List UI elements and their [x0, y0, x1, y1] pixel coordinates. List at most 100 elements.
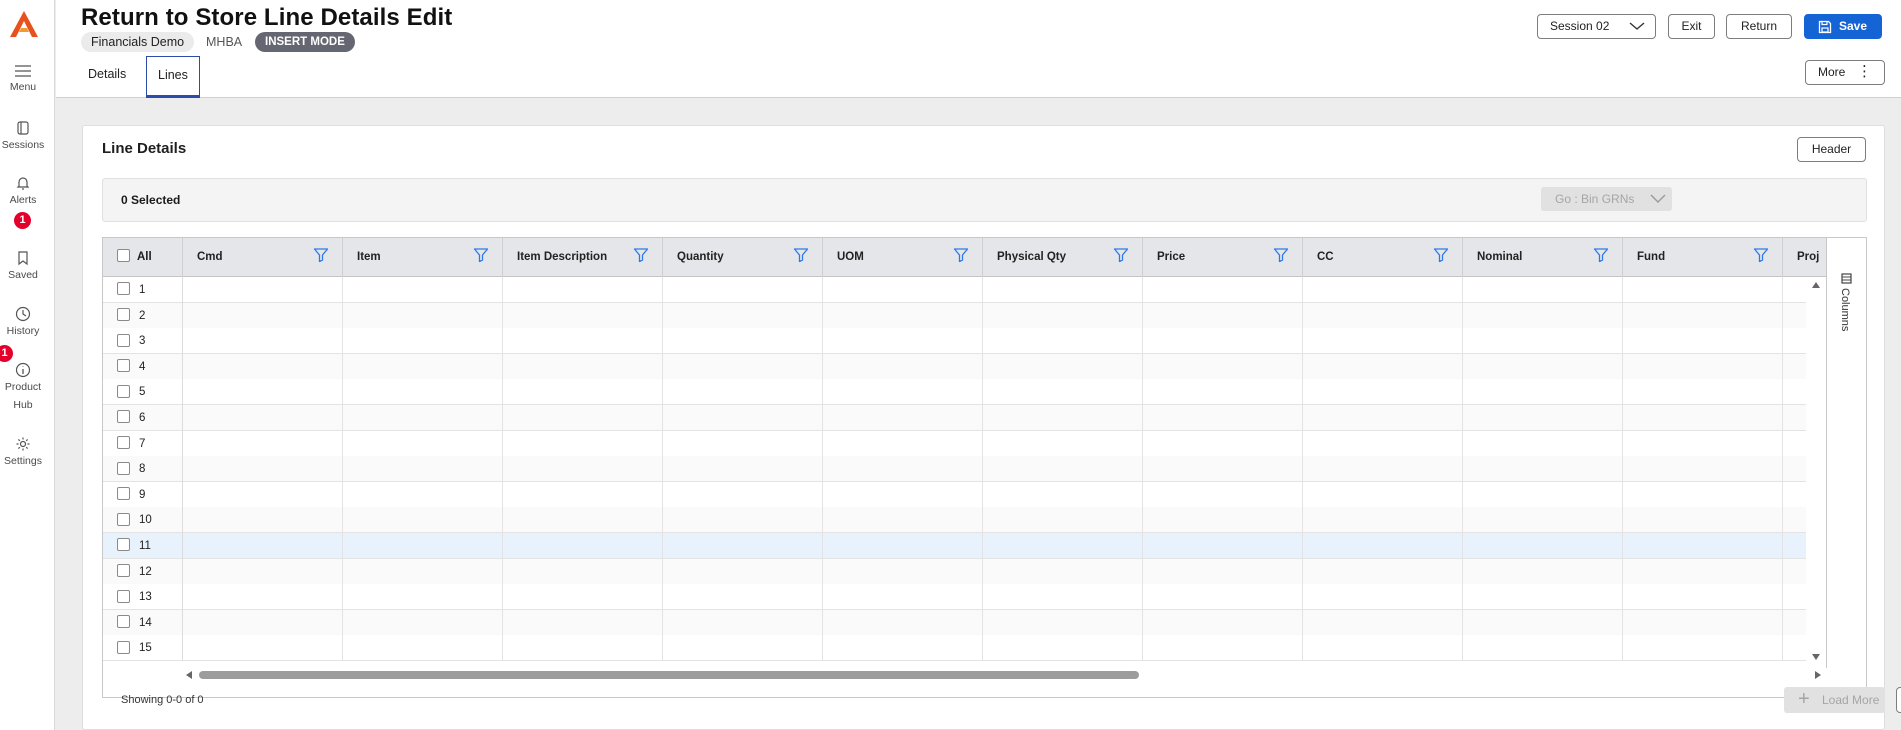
cell-divider — [1622, 353, 1623, 380]
row-checkbox[interactable] — [117, 538, 130, 552]
showing-count: Showing 0-0 of 0 — [121, 694, 204, 706]
cell-divider — [982, 635, 983, 662]
table-row[interactable]: 5 — [103, 379, 1826, 406]
column-header[interactable]: Physical Qty — [983, 238, 1143, 277]
table-row[interactable]: 14 — [103, 609, 1826, 636]
tab-lines[interactable]: Lines — [146, 56, 200, 98]
save-button[interactable]: Save — [1804, 14, 1882, 39]
row-checkbox[interactable] — [117, 640, 130, 654]
row-checkbox[interactable] — [117, 359, 130, 373]
filter-icon[interactable] — [633, 247, 649, 263]
cell-divider — [1622, 379, 1623, 406]
row-checkbox[interactable] — [117, 384, 130, 398]
scroll-right-icon[interactable] — [1814, 670, 1822, 680]
cell-divider — [1622, 609, 1623, 636]
row-number: 7 — [139, 437, 146, 450]
rail-saved[interactable]: Saved — [0, 250, 46, 282]
cell-divider — [1142, 277, 1143, 303]
session-dropdown[interactable]: Session 02 — [1537, 14, 1656, 39]
cell-divider — [1142, 481, 1143, 508]
row-checkbox[interactable] — [117, 333, 130, 347]
rail-menu[interactable]: Menu — [0, 64, 46, 94]
table-row[interactable]: 9 — [103, 481, 1826, 508]
table-row[interactable]: 13 — [103, 584, 1826, 611]
horizontal-scroll-thumb[interactable] — [199, 671, 1139, 679]
cell-divider — [1142, 456, 1143, 483]
row-checkbox[interactable] — [117, 589, 130, 603]
column-header[interactable]: Item — [343, 238, 503, 277]
table-row[interactable]: 11 — [103, 533, 1826, 559]
rail-sessions[interactable]: Sessions — [0, 120, 46, 152]
filter-icon[interactable] — [793, 247, 809, 263]
row-checkbox[interactable] — [117, 564, 130, 578]
clock-icon — [15, 306, 31, 322]
table-row[interactable]: 15 — [103, 635, 1826, 662]
column-header[interactable]: Fund — [1623, 238, 1783, 277]
select-all-checkbox[interactable] — [117, 249, 130, 263]
scroll-up-icon[interactable] — [1811, 281, 1821, 289]
exit-button[interactable]: Exit — [1668, 14, 1715, 39]
filter-icon[interactable] — [313, 247, 329, 263]
filter-icon[interactable] — [953, 247, 969, 263]
cell-divider — [822, 430, 823, 457]
column-header[interactable]: Nominal — [1463, 238, 1623, 277]
more-button[interactable]: More ⋮ — [1805, 60, 1885, 85]
return-button[interactable]: Return — [1726, 14, 1792, 39]
table-row[interactable]: 6 — [103, 405, 1826, 431]
row-checkbox[interactable] — [117, 512, 130, 526]
column-header[interactable]: Cmd — [183, 238, 343, 277]
rail-history[interactable]: History — [0, 306, 46, 338]
table-row[interactable]: 2 — [103, 302, 1826, 329]
bookmark-icon — [18, 251, 28, 266]
mode-badge: INSERT MODE — [255, 32, 355, 52]
load-more-button[interactable]: + Load More — [1784, 687, 1885, 713]
horizontal-scrollbar[interactable] — [183, 666, 1826, 682]
row-checkbox[interactable] — [117, 436, 130, 450]
rail-settings[interactable]: Settings — [0, 436, 46, 468]
column-header[interactable]: Price — [1143, 238, 1303, 277]
filter-icon[interactable] — [473, 247, 489, 263]
table-row[interactable]: 1 — [103, 277, 1826, 303]
column-header[interactable]: Quantity — [663, 238, 823, 277]
gear-icon — [16, 437, 30, 451]
table-row[interactable]: 7 — [103, 430, 1826, 457]
column-header[interactable]: CC — [1303, 238, 1463, 277]
cell-divider — [502, 405, 503, 431]
goto-dropdown[interactable]: Go : Bin GRNs — [1541, 187, 1672, 211]
column-header-label: Nominal — [1477, 251, 1523, 263]
table-row[interactable]: 12 — [103, 558, 1826, 585]
filter-icon[interactable] — [1113, 247, 1129, 263]
tab-details[interactable]: Details — [77, 56, 137, 98]
row-checkbox[interactable] — [117, 308, 130, 322]
filter-icon[interactable] — [1753, 247, 1769, 263]
column-header[interactable]: UOM — [823, 238, 983, 277]
row-checkbox[interactable] — [117, 615, 130, 629]
rail-product-hub[interactable]: Product Hub — [0, 362, 46, 416]
header-button[interactable]: Header — [1797, 137, 1866, 162]
table-row[interactable]: 8 — [103, 456, 1826, 483]
row-checkbox[interactable] — [117, 410, 130, 424]
cell-divider — [1302, 328, 1303, 355]
table-row[interactable]: 3 — [103, 328, 1826, 355]
table-row[interactable]: 4 — [103, 353, 1826, 380]
scroll-down-icon[interactable] — [1811, 653, 1821, 661]
row-checkbox[interactable] — [117, 461, 130, 475]
export-button[interactable] — [1896, 687, 1901, 713]
filter-icon[interactable] — [1433, 247, 1449, 263]
table-row[interactable]: 10 — [103, 507, 1826, 534]
row-checkbox[interactable] — [117, 282, 130, 296]
filter-icon[interactable] — [1273, 247, 1289, 263]
cell-divider — [1462, 609, 1463, 636]
row-number: 8 — [139, 463, 146, 476]
scroll-left-icon[interactable] — [185, 670, 193, 680]
filter-icon[interactable] — [1593, 247, 1609, 263]
row-checkbox[interactable] — [117, 487, 130, 501]
brand-logo-icon[interactable] — [9, 10, 39, 38]
vertical-scrollbar[interactable] — [1806, 277, 1826, 665]
select-all-cell[interactable]: All — [103, 238, 183, 277]
columns-side-panel[interactable]: Columns — [1826, 238, 1866, 668]
column-header[interactable]: Item Description — [503, 238, 663, 277]
cell-divider — [502, 481, 503, 508]
cell-divider — [1302, 533, 1303, 559]
rail-alerts[interactable]: Alerts — [0, 175, 46, 207]
